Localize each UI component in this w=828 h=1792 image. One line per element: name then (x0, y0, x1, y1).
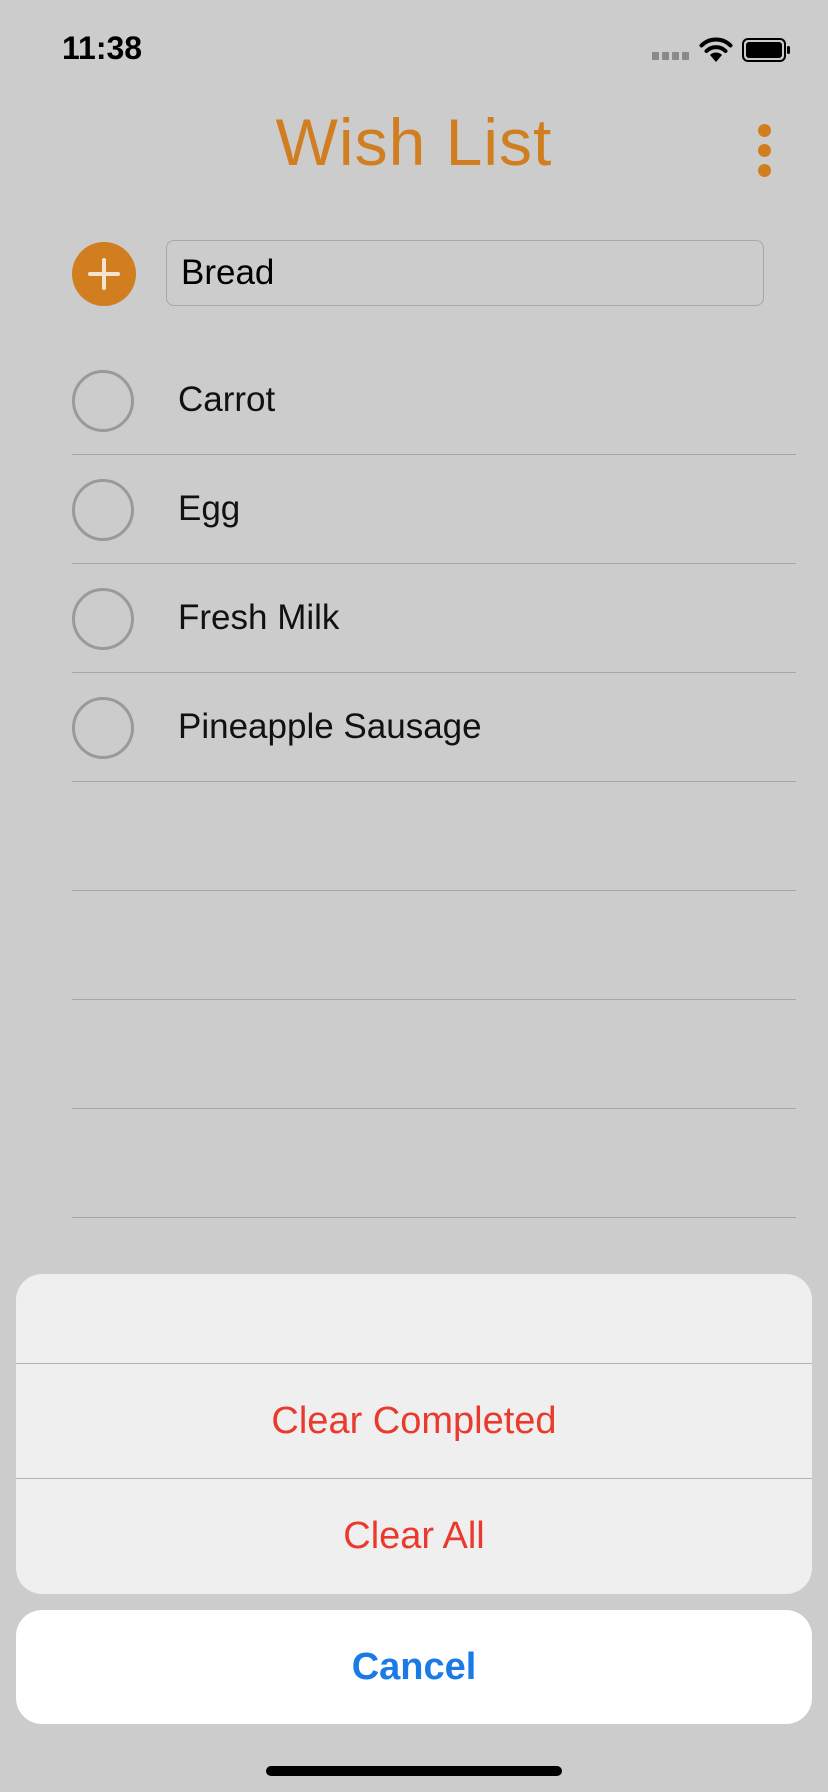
check-circle-icon[interactable] (72, 697, 134, 759)
item-label: Pineapple Sausage (178, 707, 482, 746)
action-sheet: Clear Completed Clear All (16, 1274, 812, 1594)
empty-row (72, 1109, 796, 1218)
item-label: Egg (178, 489, 241, 528)
list-item[interactable]: Fresh Milk (72, 564, 796, 673)
status-bar: 11:38 (0, 0, 828, 100)
signal-icon (652, 52, 692, 62)
check-circle-icon[interactable] (72, 588, 134, 650)
page-title: Wish List (275, 105, 553, 179)
plus-icon (88, 258, 120, 290)
empty-row (72, 891, 796, 1000)
list-item[interactable]: Pineapple Sausage (72, 673, 796, 782)
clear-all-button[interactable]: Clear All (16, 1479, 812, 1594)
empty-row (72, 1000, 796, 1109)
status-time: 11:38 (62, 30, 143, 66)
clear-completed-button[interactable]: Clear Completed (16, 1364, 812, 1479)
check-circle-icon[interactable] (72, 370, 134, 432)
wish-list: Carrot Egg Fresh Milk Pineapple Sausage (72, 346, 796, 1218)
list-item[interactable]: Carrot (72, 346, 796, 455)
battery-icon (742, 38, 792, 62)
empty-row (72, 782, 796, 891)
check-circle-icon[interactable] (72, 479, 134, 541)
cancel-button[interactable]: Cancel (16, 1610, 812, 1724)
more-vertical-icon[interactable] (748, 120, 780, 182)
item-label: Carrot (178, 380, 276, 419)
item-label: Fresh Milk (178, 598, 340, 637)
wifi-icon (698, 36, 734, 64)
new-item-input[interactable] (166, 240, 764, 306)
home-indicator[interactable] (266, 1766, 562, 1776)
action-sheet-header (16, 1274, 812, 1364)
list-item[interactable]: Egg (72, 455, 796, 564)
add-item-button[interactable] (72, 242, 136, 306)
